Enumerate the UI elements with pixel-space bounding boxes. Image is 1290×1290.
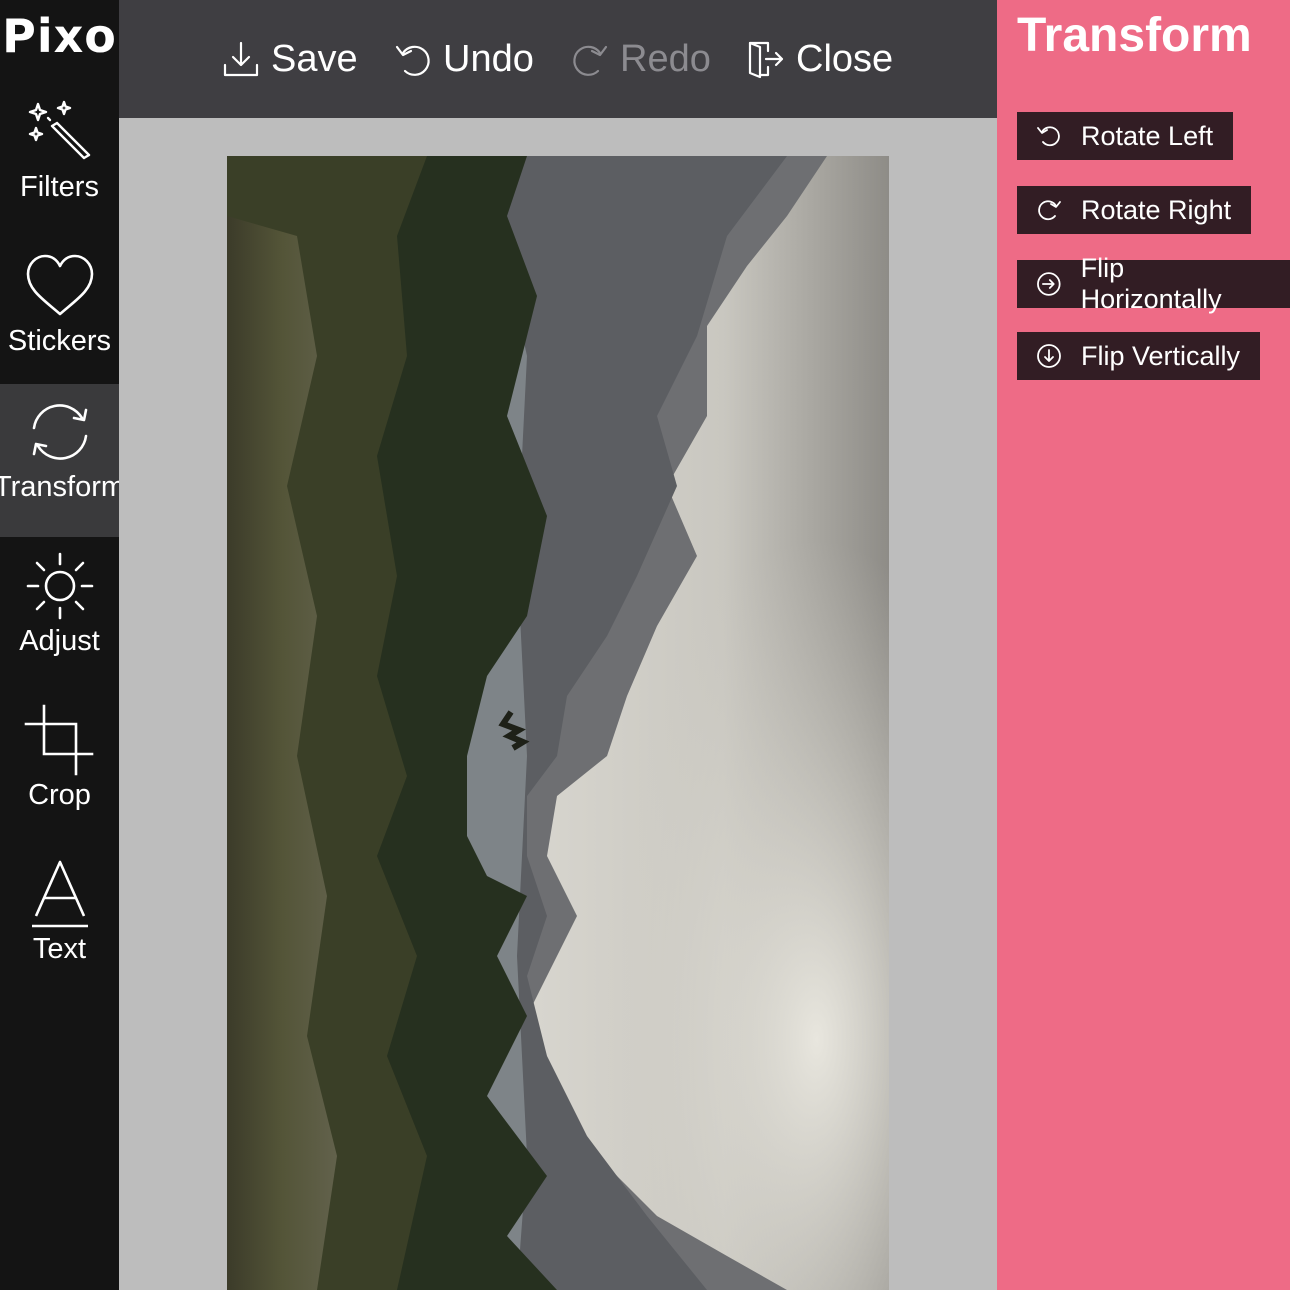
rotate-icon bbox=[32, 404, 87, 460]
sidebar-item-adjust[interactable]: Adjust bbox=[0, 538, 119, 691]
sidebar-item-filters[interactable]: Filters bbox=[0, 84, 119, 237]
app-logo: Pixo bbox=[2, 9, 117, 63]
exit-door-icon bbox=[748, 41, 784, 79]
sidebar-item-label: Stickers bbox=[7, 325, 112, 357]
sun-icon bbox=[26, 552, 93, 620]
arrow-right-circle-icon bbox=[1037, 272, 1061, 296]
flip-horizontally-label: Flip Horizontally bbox=[1080, 253, 1222, 314]
redo-icon bbox=[573, 45, 608, 76]
heart-icon bbox=[26, 254, 93, 316]
crop-icon bbox=[24, 704, 93, 776]
rotate-left-icon bbox=[1037, 126, 1060, 147]
sidebar-item-text[interactable]: Text bbox=[0, 846, 119, 999]
panel-title: Transform bbox=[1017, 9, 1252, 62]
edited-photo[interactable] bbox=[227, 156, 889, 1290]
flip-vertically-button[interactable]: Flip Vertically bbox=[1017, 332, 1261, 380]
rotate-right-label: Rotate Right bbox=[1081, 194, 1232, 225]
save-label: Save bbox=[271, 37, 358, 80]
redo-label: Redo bbox=[620, 37, 711, 80]
sidebar-item-crop[interactable]: Crop bbox=[0, 692, 119, 845]
sidebar-item-label: Transform bbox=[0, 471, 119, 503]
rotate-right-icon bbox=[1038, 200, 1061, 221]
text-icon bbox=[31, 860, 88, 928]
rotate-left-button[interactable]: Rotate Left bbox=[1017, 112, 1234, 160]
sidebar: Pixo Filters Stickers Transform Adjust C… bbox=[0, 0, 119, 1290]
close-button[interactable]: Close bbox=[746, 34, 893, 84]
magic-wand-icon bbox=[28, 100, 90, 160]
transform-panel: Transform Rotate Left Rotate Right Flip … bbox=[997, 0, 1290, 1290]
sidebar-item-label: Text bbox=[32, 933, 87, 965]
flip-horizontally-button[interactable]: Flip Horizontally bbox=[1017, 253, 1290, 314]
arrow-down-circle-icon bbox=[1037, 344, 1061, 368]
undo-icon bbox=[395, 45, 430, 76]
redo-button[interactable]: Redo bbox=[570, 34, 711, 84]
sidebar-item-transform[interactable]: Transform bbox=[0, 384, 119, 537]
sidebar-item-label: Crop bbox=[28, 779, 91, 811]
download-icon bbox=[223, 41, 259, 77]
sidebar-item-label: Adjust bbox=[19, 625, 100, 657]
undo-button[interactable]: Undo bbox=[393, 34, 534, 84]
close-label: Close bbox=[796, 37, 894, 80]
flip-vertically-label: Flip Vertically bbox=[1081, 340, 1241, 371]
top-toolbar: Save Undo Redo Close bbox=[119, 0, 997, 118]
rotate-left-label: Rotate Left bbox=[1081, 120, 1214, 151]
save-button[interactable]: Save bbox=[221, 34, 358, 84]
undo-label: Undo bbox=[443, 37, 534, 80]
sidebar-item-stickers[interactable]: Stickers bbox=[0, 238, 119, 391]
landscape-photo-image bbox=[227, 156, 889, 1290]
sidebar-item-label: Filters bbox=[20, 171, 99, 203]
editor-canvas bbox=[119, 118, 997, 1290]
rotate-right-button[interactable]: Rotate Right bbox=[1017, 186, 1252, 234]
